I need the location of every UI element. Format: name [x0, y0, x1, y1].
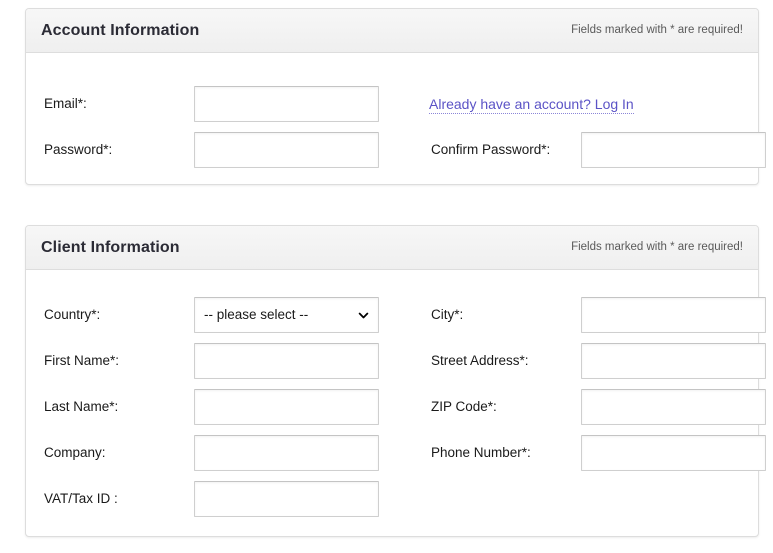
field-label-first-name: First Name*:	[44, 353, 120, 368]
login-link-label: Already have an account? Log In	[429, 96, 634, 114]
first-name-field[interactable]	[194, 343, 379, 379]
panel-client-body: Country*: -- please select -- City*: Fir…	[26, 270, 766, 536]
zip-code-field-wrap	[581, 389, 766, 425]
company-field[interactable]	[194, 435, 379, 471]
required-fields-hint: Fields marked with * are required!	[571, 24, 743, 36]
form-row: Company: Phone Number*:	[26, 430, 766, 476]
first-name-field-wrap	[194, 343, 379, 379]
field-label-email: Email*:	[44, 96, 87, 111]
phone-number-field[interactable]	[581, 435, 766, 471]
city-field[interactable]	[581, 297, 766, 333]
password-field[interactable]	[194, 132, 379, 168]
form-row: Email*: Already have an account? Log In	[26, 81, 758, 127]
field-label-phone-number: Phone Number*:	[431, 445, 531, 460]
last-name-field[interactable]	[194, 389, 379, 425]
form-row: VAT/Tax ID :	[26, 476, 758, 522]
field-zip-code: ZIP Code*:	[388, 384, 766, 430]
field-phone-number: Phone Number*:	[388, 430, 766, 476]
field-label-city: City*:	[431, 307, 464, 322]
field-label-street-address: Street Address*:	[431, 353, 529, 368]
empty-cell	[388, 476, 754, 522]
field-vat-tax-id: VAT/Tax ID :	[26, 476, 392, 522]
field-email: Email*:	[26, 81, 392, 127]
confirm-password-field[interactable]	[581, 132, 766, 168]
field-country: Country*: -- please select --	[26, 292, 392, 338]
street-address-field[interactable]	[581, 343, 766, 379]
panel-client-header: Client Information Fields marked with * …	[26, 226, 758, 270]
country-select-value: -- please select --	[204, 307, 309, 322]
field-label-vat-tax-id: VAT/Tax ID :	[44, 491, 118, 506]
vat-tax-id-field[interactable]	[194, 481, 379, 517]
field-label-company: Company:	[44, 445, 106, 460]
field-label-last-name: Last Name*:	[44, 399, 119, 414]
email-field[interactable]	[194, 86, 379, 122]
field-confirm-password: Confirm Password*:	[388, 127, 766, 173]
required-fields-hint: Fields marked with * are required!	[571, 241, 743, 253]
form-row: First Name*: Street Address*:	[26, 338, 766, 384]
panel-account-body: Email*: Already have an account? Log In …	[26, 53, 766, 184]
section-title-client: Client Information	[41, 239, 180, 256]
field-label-country: Country*:	[44, 307, 101, 322]
email-field-wrap	[194, 86, 379, 122]
field-city: City*:	[388, 292, 766, 338]
confirm-password-field-wrap	[581, 132, 766, 168]
vat-tax-id-field-wrap	[194, 481, 379, 517]
phone-number-field-wrap	[581, 435, 766, 471]
panel-account-information: Account Information Fields marked with *…	[25, 8, 766, 185]
password-field-wrap	[194, 132, 379, 168]
field-label-password: Password*:	[44, 142, 113, 157]
field-last-name: Last Name*:	[26, 384, 392, 430]
panel-client-information: Client Information Fields marked with * …	[25, 225, 766, 537]
login-link-cell: Already have an account? Log In	[388, 81, 754, 127]
last-name-field-wrap	[194, 389, 379, 425]
country-select-wrap: -- please select --	[194, 297, 379, 333]
panel-account-header: Account Information Fields marked with *…	[26, 9, 758, 53]
page-title: Account Information	[41, 22, 200, 39]
field-label-zip-code: ZIP Code*:	[431, 399, 497, 414]
company-field-wrap	[194, 435, 379, 471]
zip-code-field[interactable]	[581, 389, 766, 425]
form-row: Country*: -- please select -- City*:	[26, 292, 766, 338]
field-first-name: First Name*:	[26, 338, 392, 384]
chevron-down-icon	[357, 298, 370, 332]
field-label-confirm-password: Confirm Password*:	[431, 142, 551, 157]
city-field-wrap	[581, 297, 766, 333]
form-row: Password*: Confirm Password*:	[26, 127, 766, 173]
field-street-address: Street Address*:	[388, 338, 766, 384]
login-link[interactable]: Already have an account? Log In	[429, 81, 634, 127]
registration-form-page: Account Information Fields marked with *…	[0, 0, 773, 553]
country-select[interactable]: -- please select --	[194, 297, 379, 333]
form-row: Last Name*: ZIP Code*:	[26, 384, 766, 430]
field-company: Company:	[26, 430, 392, 476]
street-address-field-wrap	[581, 343, 766, 379]
field-password: Password*:	[26, 127, 392, 173]
